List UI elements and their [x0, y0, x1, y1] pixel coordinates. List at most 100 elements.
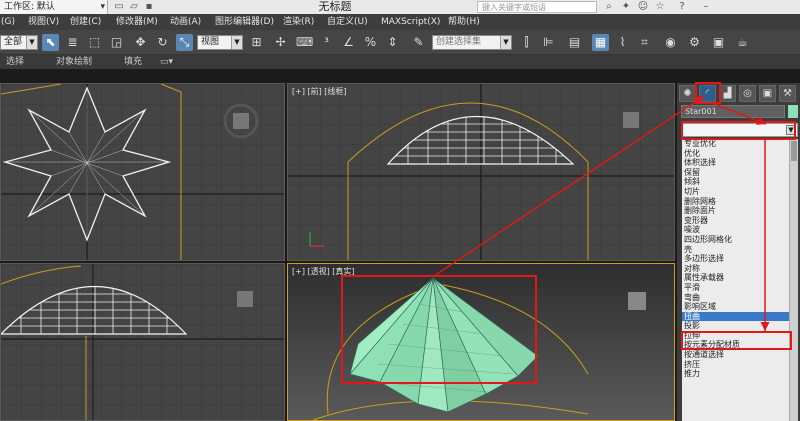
rotate-icon[interactable]: ↻	[154, 34, 171, 51]
perspective-viewport[interactable]: [+] [透视] [真实]	[287, 263, 675, 421]
schematic-view-icon[interactable]: ⌗	[636, 34, 653, 51]
render-setup-icon[interactable]: ⚙	[686, 34, 703, 51]
modifier-item[interactable]: 保留	[682, 168, 789, 178]
spinner-snap-icon[interactable]: ⇕	[384, 34, 401, 51]
star-icon[interactable]: ☆	[654, 1, 666, 13]
window-crossing-icon[interactable]: ◲	[108, 34, 125, 51]
scrollbar-thumb[interactable]	[791, 141, 797, 161]
save-file-icon[interactable]: ▪	[143, 1, 155, 13]
modifier-item[interactable]: 倾斜	[682, 177, 789, 187]
modifier-item[interactable]: 优化	[682, 149, 789, 159]
curve-editor-icon[interactable]: ⌇	[614, 34, 631, 51]
modifier-list-dropdown[interactable]: ▼	[682, 123, 798, 137]
object-color-swatch[interactable]	[788, 105, 798, 118]
modifier-item[interactable]: 按元素分配材质	[682, 340, 789, 350]
rendered-frame-icon[interactable]: ▣	[710, 34, 727, 51]
menu-item-modifiers[interactable]: 修改器(M)	[116, 14, 158, 30]
community-icon[interactable]: ✦	[620, 1, 632, 13]
user-icon[interactable]: ☺	[637, 1, 649, 13]
viewcube-icon	[623, 112, 639, 128]
layer-manager-icon[interactable]: ▤	[566, 34, 583, 51]
modifier-item[interactable]: 属性承载器	[682, 273, 789, 283]
menu-item-maxscript[interactable]: MAXScript(X)	[381, 14, 440, 30]
ribbon-tab-object-paint[interactable]: 对象绘制	[56, 55, 92, 69]
modifier-list: 专业优化 优化 体积选择 保留 倾斜 切片 删除网格 删除面片 变形器 噪波 四…	[682, 139, 789, 421]
motion-tab-icon[interactable]: ◎	[739, 85, 756, 102]
modifier-item[interactable]: 平滑	[682, 283, 789, 293]
reference-coordinate-dropdown[interactable]: 视图 ▼	[197, 35, 243, 50]
create-tab-icon[interactable]: ✺	[679, 85, 696, 102]
modifier-item[interactable]: 推力	[682, 369, 789, 379]
front-viewport-label[interactable]: [+] [前] [线框]	[292, 86, 347, 97]
left-viewport[interactable]	[0, 263, 285, 421]
workspace-label: 工作区: 默认	[4, 2, 55, 12]
menu-item-views[interactable]: 视图(V)	[28, 14, 59, 30]
modifier-item[interactable]: 体积选择	[682, 158, 789, 168]
region-select-icon[interactable]: ⬚	[86, 34, 103, 51]
top-viewport[interactable]	[0, 83, 285, 261]
menu-item-customize[interactable]: 自定义(U)	[327, 14, 368, 30]
open-file-icon[interactable]: ▱	[128, 1, 140, 13]
front-viewport[interactable]: [+] [前] [线框]	[287, 83, 675, 261]
select-object-icon[interactable]: ⬉	[42, 34, 59, 51]
minimize-icon[interactable]: –	[700, 1, 712, 13]
ribbon-bar: 选择 对象绘制 填充 ▭▾	[0, 55, 800, 69]
modifier-item[interactable]: 对称	[682, 264, 789, 274]
scene-explorer-icon[interactable]: ▦	[592, 34, 609, 51]
menu-item-help[interactable]: 帮助(H)	[448, 14, 480, 30]
selection-filter-dropdown[interactable]: 全部 ▼	[0, 35, 38, 50]
select-by-name-icon[interactable]: ≣	[64, 34, 81, 51]
mirror-icon[interactable]: ⫿	[518, 34, 535, 51]
modifier-item[interactable]: 壳	[682, 245, 789, 255]
menu-item-rendering[interactable]: 渲染(R)	[283, 14, 314, 30]
modifier-item[interactable]: 删除面片	[682, 206, 789, 216]
modifier-item[interactable]: 弯曲	[682, 293, 789, 303]
modifier-item[interactable]: 投影	[682, 321, 789, 331]
pivot-center-icon[interactable]: ⊞	[248, 34, 265, 51]
modifier-item[interactable]: 专业优化	[682, 139, 789, 149]
align-icon[interactable]: ⊫	[540, 34, 557, 51]
new-file-icon[interactable]: ▭	[113, 1, 125, 13]
menu-item-group[interactable]: (G)	[1, 14, 15, 30]
modifier-item[interactable]: 按通道选择	[682, 350, 789, 360]
help-icon[interactable]: ?	[676, 1, 688, 13]
modifier-list-scrollbar[interactable]	[789, 139, 798, 421]
render-production-icon[interactable]: ☕	[734, 34, 751, 51]
modify-tab-icon[interactable]: ◜	[699, 85, 716, 102]
modifier-item[interactable]: 切片	[682, 187, 789, 197]
ribbon-tab-selection[interactable]: 选择	[6, 55, 24, 69]
window-title: 无标题	[318, 0, 352, 13]
move-icon[interactable]: ✥	[132, 34, 149, 51]
angle-snap-icon[interactable]: ∠	[340, 34, 357, 51]
menu-item-graph-editors[interactable]: 图形编辑器(D)	[215, 14, 274, 30]
percent-snap-icon[interactable]: %	[362, 34, 379, 51]
modifier-item[interactable]: 影响区域	[682, 302, 789, 312]
named-selection-set-dropdown[interactable]: 创建选择集 ▼	[432, 35, 512, 50]
edit-named-selection-icon[interactable]: ✎	[410, 34, 427, 51]
object-name-field[interactable]: Star001	[681, 105, 785, 118]
perspective-viewport-label[interactable]: [+] [透视] [真实]	[292, 266, 355, 277]
ribbon-tab-populate[interactable]: 填充	[124, 55, 142, 69]
modifier-item[interactable]: 四边形网格化	[682, 235, 789, 245]
modifier-item[interactable]: 多边形选择	[682, 254, 789, 264]
modifier-item[interactable]: 变形器	[682, 216, 789, 226]
scale-icon[interactable]: ⤡	[176, 34, 193, 51]
display-tab-icon[interactable]: ▣	[759, 85, 776, 102]
select-manipulate-icon[interactable]: ✢	[272, 34, 289, 51]
modifier-item-selected[interactable]: 扭曲	[682, 311, 789, 322]
snaps-toggle-icon[interactable]: ³	[318, 34, 335, 51]
modifier-item[interactable]: 噪波	[682, 225, 789, 235]
keyboard-shortcut-icon[interactable]: ⌨	[296, 34, 313, 51]
modifier-item[interactable]: 挤压	[682, 360, 789, 370]
search-icon[interactable]: ⌕	[603, 1, 615, 13]
material-editor-icon[interactable]: ◉	[662, 34, 679, 51]
search-input[interactable]: 键入关键字或短语	[477, 1, 597, 13]
menu-item-create[interactable]: 创建(C)	[70, 14, 101, 30]
workspace-selector[interactable]: 工作区: 默认 ▾	[0, 0, 108, 14]
ribbon-options-icon[interactable]: ▭▾	[160, 55, 173, 69]
utilities-tab-icon[interactable]: ⚒	[779, 85, 796, 102]
named-selection-placeholder: 创建选择集	[436, 37, 482, 47]
menu-item-animation[interactable]: 动画(A)	[170, 14, 201, 30]
hierarchy-tab-icon[interactable]: ▟	[719, 85, 736, 102]
modifier-item[interactable]: 删除网格	[682, 197, 789, 207]
